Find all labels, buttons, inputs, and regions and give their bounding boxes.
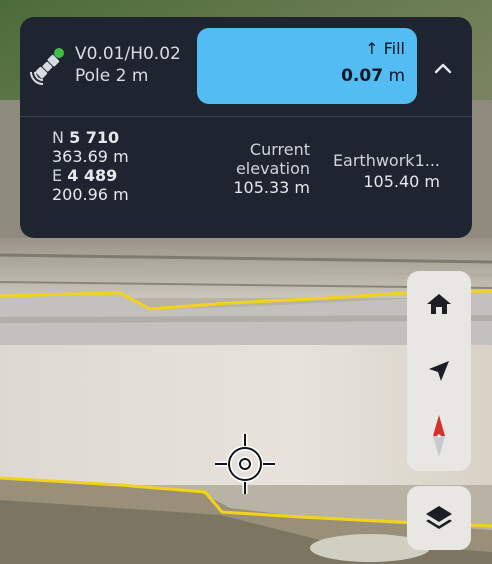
cut-fill-indicator[interactable]: ↑ Fill 0.07 m bbox=[197, 28, 417, 104]
map-toolbar bbox=[407, 271, 471, 471]
easting-value-major: 4 489 bbox=[67, 166, 118, 185]
crosshair-icon bbox=[215, 434, 275, 494]
compass-icon bbox=[433, 415, 445, 457]
northing-value-major: 5 710 bbox=[69, 128, 120, 147]
locate-button[interactable] bbox=[407, 341, 471, 401]
crosshair-reticle bbox=[212, 432, 278, 496]
earthwork-name: Earthwork1... bbox=[332, 151, 440, 170]
easting-value-minor: 200.96 m bbox=[52, 185, 129, 204]
navigation-arrow-icon bbox=[429, 361, 449, 381]
earthwork-value: 105.40 m bbox=[363, 172, 440, 191]
fill-unit: m bbox=[388, 66, 405, 86]
fill-value: 0.07 m bbox=[341, 66, 405, 86]
northing-value-minor: 363.69 m bbox=[52, 147, 129, 166]
current-elevation-value: 105.33 m bbox=[233, 178, 310, 197]
compass-button[interactable] bbox=[407, 406, 471, 466]
northing-label: N bbox=[52, 128, 64, 147]
home-button[interactable] bbox=[407, 274, 471, 334]
position-coordinates: N 5 710 363.69 m E 4 489 200.96 m bbox=[52, 128, 129, 204]
northing: N 5 710 bbox=[52, 128, 129, 147]
current-elevation: Current elevation 105.33 m bbox=[206, 140, 310, 197]
layers-icon bbox=[426, 506, 452, 529]
home-icon bbox=[427, 294, 451, 314]
earthwork-elevation: Earthwork1... 105.40 m bbox=[316, 150, 440, 192]
panel-header: V0.01/H0.02 Pole 2 m ↑ Fill 0.07 m bbox=[20, 17, 472, 117]
layers-button[interactable] bbox=[407, 486, 471, 550]
fill-label: ↑ Fill bbox=[365, 39, 405, 58]
current-elevation-label-2: elevation bbox=[235, 159, 310, 178]
fill-amount: 0.07 bbox=[341, 66, 384, 86]
easting: E 4 489 bbox=[52, 166, 129, 185]
survey-info-panel: V0.01/H0.02 Pole 2 m ↑ Fill 0.07 m N 5 7… bbox=[20, 17, 472, 238]
panel-divider bbox=[20, 116, 472, 117]
tolerance-info: V0.01/H0.02 Pole 2 m bbox=[75, 43, 181, 87]
pole-height-text: Pole 2 m bbox=[75, 66, 149, 86]
satellite-icon[interactable] bbox=[29, 45, 69, 85]
collapse-panel-button[interactable] bbox=[430, 55, 456, 81]
chevron-up-icon bbox=[434, 63, 452, 74]
tolerance-text: V0.01/H0.02 bbox=[75, 44, 181, 64]
current-elevation-label-1: Current bbox=[249, 140, 310, 159]
easting-label: E bbox=[52, 166, 63, 185]
